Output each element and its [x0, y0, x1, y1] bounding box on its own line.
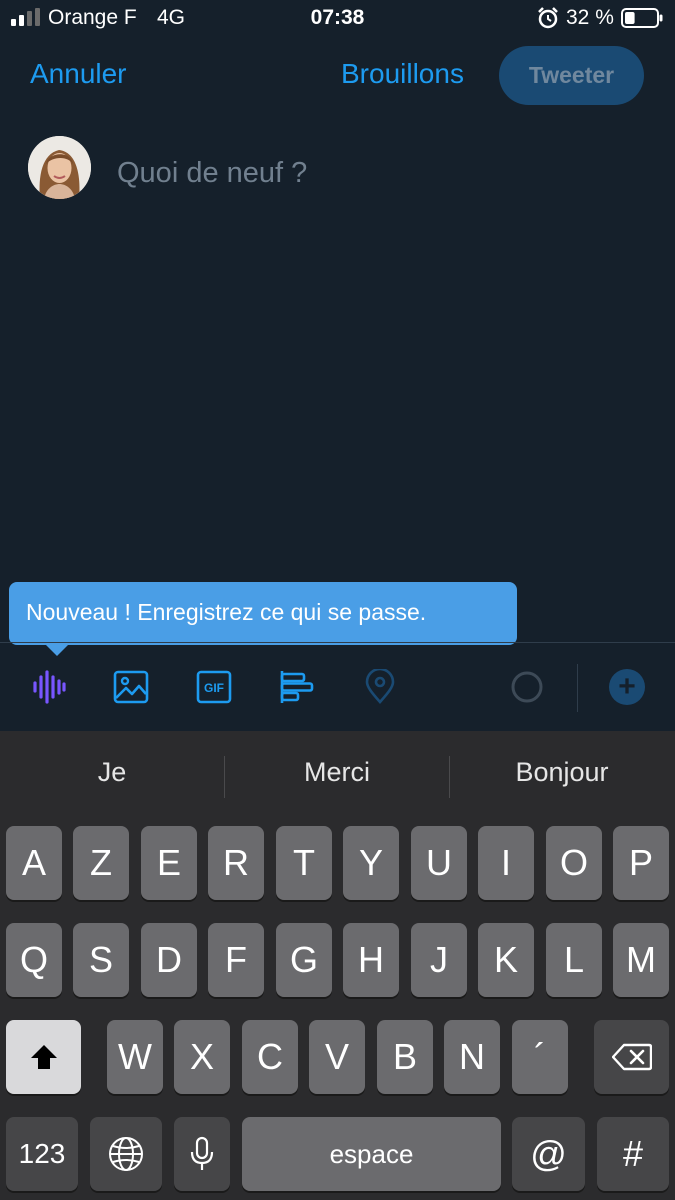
suggestion-separator	[224, 756, 225, 798]
key-c[interactable]: C	[242, 1020, 298, 1094]
toolbar-separator	[577, 664, 578, 712]
battery-icon	[621, 8, 663, 28]
at-key[interactable]: @	[512, 1117, 585, 1191]
compose-toolbar: GIF +	[0, 643, 675, 731]
key-t[interactable]: T	[276, 826, 332, 900]
key-w[interactable]: W	[107, 1020, 163, 1094]
key-i[interactable]: I	[478, 826, 534, 900]
alarm-clock-icon	[538, 7, 558, 29]
key-x[interactable]: X	[174, 1020, 230, 1094]
gif-icon[interactable]: GIF	[196, 669, 232, 705]
key-k[interactable]: K	[478, 923, 534, 997]
keyboard: Je Merci Bonjour A Z E R T Y U I O P Q S…	[0, 731, 675, 1200]
suggestion-2[interactable]: Merci	[237, 757, 437, 788]
key-q[interactable]: Q	[6, 923, 62, 997]
key-b[interactable]: B	[377, 1020, 433, 1094]
avatar[interactable]	[28, 136, 91, 199]
key-n[interactable]: N	[444, 1020, 500, 1094]
tweet-compose-input[interactable]	[115, 152, 639, 194]
shift-key[interactable]	[6, 1020, 81, 1094]
hash-key[interactable]: #	[597, 1117, 669, 1191]
cancel-button[interactable]: Annuler	[30, 58, 127, 90]
space-key[interactable]: espace	[242, 1117, 501, 1191]
key-m[interactable]: M	[613, 923, 669, 997]
key-v[interactable]: V	[309, 1020, 365, 1094]
backspace-icon	[611, 1043, 652, 1071]
key-a[interactable]: A	[6, 826, 62, 900]
avatar-image	[28, 136, 91, 199]
key-z[interactable]: Z	[73, 826, 129, 900]
battery-percentage: 32 %	[566, 6, 614, 29]
dictation-key[interactable]	[174, 1117, 230, 1191]
image-icon[interactable]	[113, 669, 149, 705]
location-icon[interactable]	[362, 669, 398, 705]
numbers-key[interactable]: 123	[6, 1117, 78, 1191]
key-y[interactable]: Y	[343, 826, 399, 900]
globe-key[interactable]	[90, 1117, 162, 1191]
key-h[interactable]: H	[343, 923, 399, 997]
key-r[interactable]: R	[208, 826, 264, 900]
key-s[interactable]: S	[73, 923, 129, 997]
microphone-icon	[190, 1136, 214, 1170]
add-tweet-icon[interactable]: +	[609, 669, 645, 705]
key-p[interactable]: P	[613, 826, 669, 900]
poll-icon[interactable]	[279, 669, 315, 705]
shift-icon	[30, 1045, 57, 1069]
new-feature-tooltip[interactable]: Nouveau ! Enregistrez ce qui se passe.	[9, 582, 517, 656]
tooltip-text: Nouveau ! Enregistrez ce qui se passe.	[26, 599, 427, 625]
key-j[interactable]: J	[411, 923, 467, 997]
key-g[interactable]: G	[276, 923, 332, 997]
suggestion-3[interactable]: Bonjour	[462, 757, 662, 788]
backspace-key[interactable]	[594, 1020, 669, 1094]
tweet-button[interactable]: Tweeter	[499, 46, 644, 105]
status-bar: Orange F 4G 07:38 32 %	[0, 0, 675, 36]
key-o[interactable]: O	[546, 826, 602, 900]
drafts-button[interactable]: Brouillons	[341, 58, 464, 90]
suggestion-1[interactable]: Je	[12, 757, 212, 788]
key-e[interactable]: E	[141, 826, 197, 900]
voice-record-icon[interactable]	[30, 669, 66, 705]
suggestion-separator	[449, 756, 450, 798]
compose-header: Annuler Brouillons Tweeter	[0, 44, 675, 108]
key-u[interactable]: U	[411, 826, 467, 900]
key-f[interactable]: F	[208, 923, 264, 997]
character-count-icon	[511, 671, 543, 703]
key-d[interactable]: D	[141, 923, 197, 997]
key-acute-accent[interactable]: ´	[512, 1020, 568, 1094]
globe-icon	[109, 1137, 143, 1171]
svg-text:GIF: GIF	[204, 681, 224, 695]
key-l[interactable]: L	[546, 923, 602, 997]
